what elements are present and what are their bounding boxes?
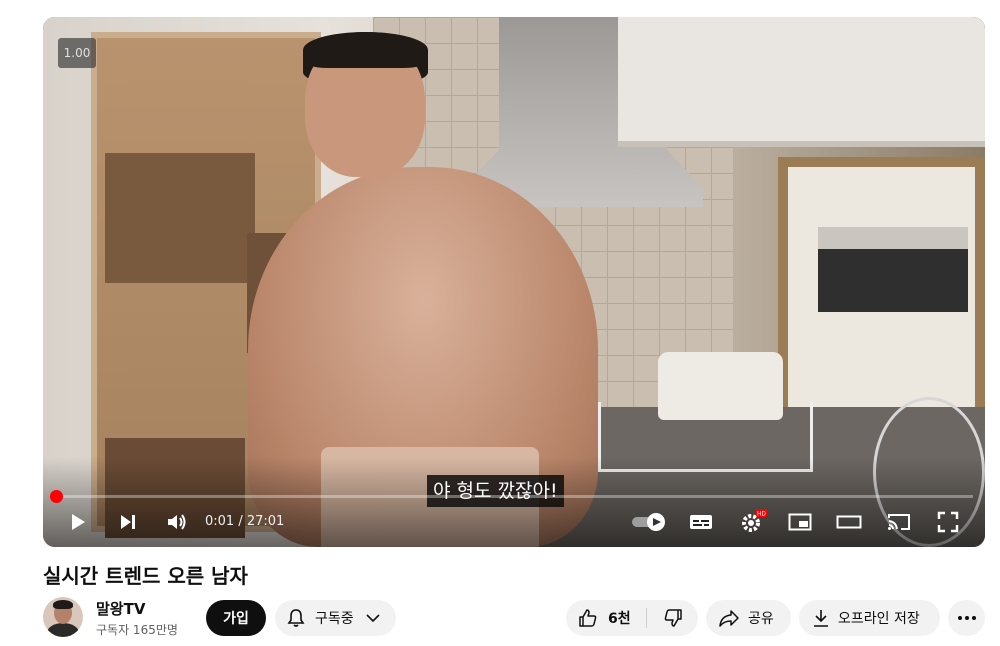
- like-button[interactable]: 6천: [566, 600, 644, 636]
- settings-icon: HD: [742, 509, 767, 532]
- miniplayer-icon: [788, 513, 812, 531]
- play-icon: [72, 514, 85, 530]
- progress-bar[interactable]: [55, 495, 973, 498]
- next-button[interactable]: [113, 508, 143, 536]
- fullscreen-icon: [937, 511, 959, 533]
- video-frame-person-hair-top: [303, 32, 428, 68]
- video-title: 실시간 트렌드 오른 남자: [43, 564, 248, 588]
- like-count: 6천: [608, 611, 631, 627]
- subscribed-label: 구독중: [315, 611, 354, 627]
- fullscreen-button[interactable]: [933, 508, 963, 536]
- offline-save-label: 오프라인 저장: [838, 611, 920, 627]
- autoplay-toggle-icon: [632, 513, 665, 531]
- time-display: 0:01 / 27:01: [205, 514, 285, 529]
- volume-icon: [168, 514, 186, 530]
- volume-button[interactable]: [161, 508, 191, 536]
- join-button[interactable]: 가입: [206, 600, 266, 636]
- cast-button[interactable]: [884, 508, 914, 536]
- share-icon: [719, 610, 739, 627]
- miniplayer-button[interactable]: [785, 508, 815, 536]
- chevron-down-icon: [366, 614, 380, 623]
- dislike-button[interactable]: [648, 600, 698, 636]
- share-button[interactable]: 공유: [706, 600, 791, 636]
- theater-mode-icon: [836, 515, 862, 529]
- like-dislike-group: 6천: [566, 600, 698, 636]
- video-frame-window: [778, 157, 985, 417]
- subtitles-button[interactable]: [686, 508, 716, 536]
- thumbs-down-icon: [664, 609, 682, 627]
- theater-mode-button[interactable]: [833, 508, 865, 536]
- share-label: 공유: [748, 611, 774, 627]
- progress-scrubber-handle[interactable]: [50, 490, 63, 503]
- subscriber-count: 구독자 165만명: [96, 623, 178, 637]
- video-frame-cabinet: [618, 17, 985, 147]
- channel-name[interactable]: 말왕TV: [96, 598, 145, 619]
- bell-icon: [287, 609, 305, 627]
- thumbs-up-icon: [579, 609, 597, 627]
- subscribed-button[interactable]: 구독중: [275, 600, 396, 636]
- more-horizontal-icon: [957, 616, 976, 620]
- cast-icon: [888, 514, 910, 530]
- channel-avatar[interactable]: [43, 597, 83, 637]
- playback-speed-badge: 1.00: [58, 38, 96, 68]
- autoplay-toggle[interactable]: [630, 508, 670, 536]
- more-actions-button[interactable]: [948, 600, 985, 636]
- settings-button[interactable]: HD: [736, 508, 770, 536]
- download-icon: [814, 610, 828, 627]
- subtitle-caption: 야 형도 깠잖아!: [427, 475, 564, 507]
- video-player[interactable]: 1.00 야 형도 깠잖아! 0:01 / 27:01 HD: [43, 17, 985, 547]
- hd-badge: HD: [757, 512, 766, 518]
- like-divider: [646, 608, 647, 628]
- offline-save-button[interactable]: 오프라인 저장: [799, 600, 940, 636]
- subtitles-icon: [690, 515, 712, 529]
- next-icon: [121, 515, 135, 529]
- play-button[interactable]: [63, 508, 93, 536]
